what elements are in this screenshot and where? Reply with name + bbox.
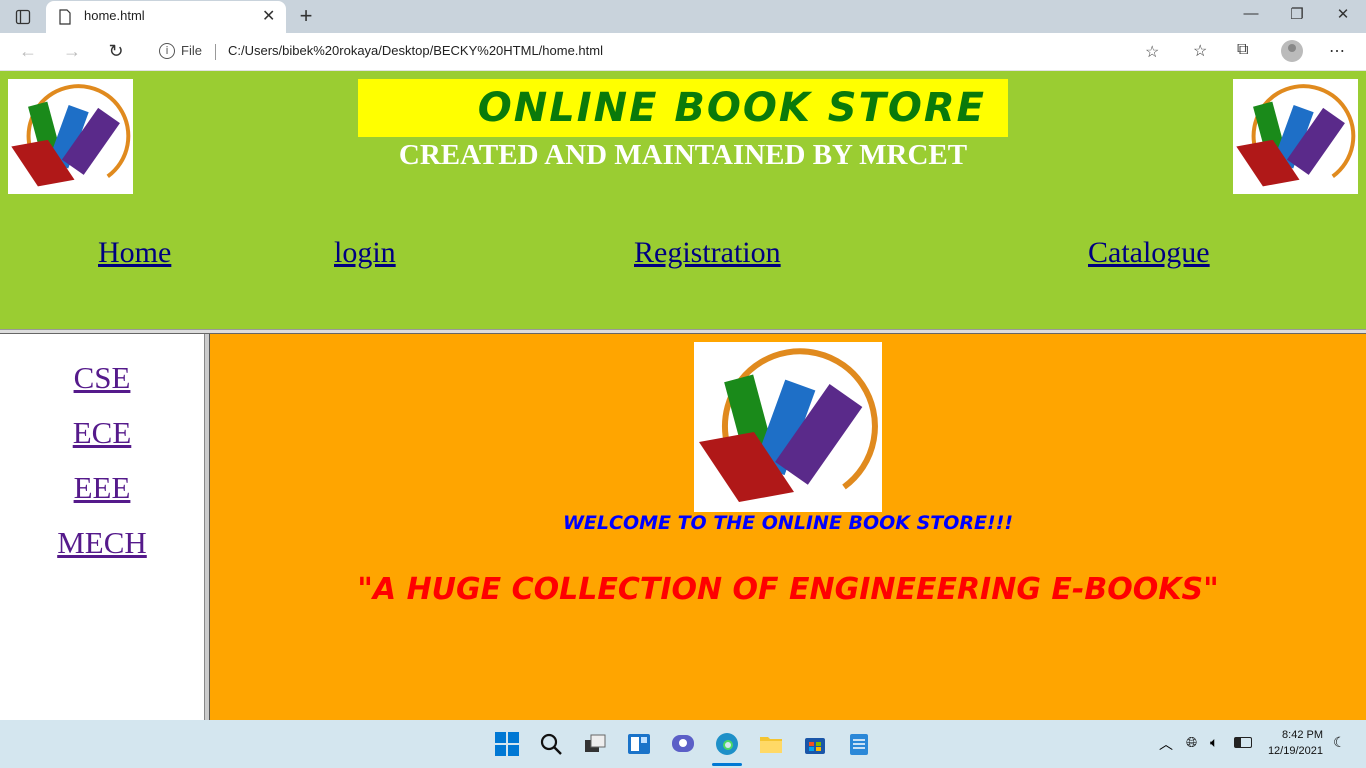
clock-time[interactable]: 8:42 PM (1258, 729, 1323, 741)
widgets-icon[interactable] (627, 732, 653, 758)
sidebar-link-eee[interactable]: EEE (0, 470, 204, 506)
network-icon[interactable]: 🌐︎ (1186, 734, 1197, 751)
browser-tab[interactable]: home.html ✕ (46, 1, 286, 33)
welcome-text: WELCOME TO THE ONLINE BOOK STORE!!! (562, 512, 1014, 534)
favorites-icon[interactable]: ☆ (1193, 41, 1207, 61)
book-logo-main (694, 342, 882, 512)
show-hidden-icons-icon[interactable]: ︿ (1159, 734, 1173, 754)
search-icon[interactable] (539, 732, 565, 758)
edge-icon[interactable] (715, 732, 741, 758)
notifications-icon[interactable]: ☾ (1333, 734, 1346, 751)
file-explorer-icon[interactable] (759, 732, 785, 758)
subtitle: CREATED AND MAINTAINED BY MRCET (398, 139, 968, 171)
sidebar-link-mech[interactable]: MECH (0, 525, 204, 561)
forward-icon[interactable]: → (60, 41, 84, 61)
back-icon[interactable]: ← (16, 41, 40, 61)
sidebar-frame: CSE ECE EEE MECH (0, 334, 204, 720)
url-text[interactable]: C:/Users/bibek%20rokaya/Desktop/BECKY%20… (228, 43, 603, 58)
header-frame: ONLINE BOOK STORE CREATED AND MAINTAINED… (0, 71, 1366, 329)
collections-icon[interactable]: ⧉ (1237, 41, 1248, 59)
web-page: ONLINE BOOK STORE CREATED AND MAINTAINED… (0, 71, 1366, 720)
main-frame: WELCOME TO THE ONLINE BOOK STORE!!! "A H… (210, 334, 1366, 720)
reload-icon[interactable]: ↻ (104, 41, 128, 61)
notepad-icon[interactable] (847, 732, 873, 758)
new-tab-icon[interactable]: + (294, 3, 318, 29)
start-icon[interactable] (495, 732, 521, 758)
minimize-icon[interactable]: — (1236, 5, 1266, 22)
taskbar: ︿ 🌐︎ 🔈︎ 8:42 PM 12/19/2021 ☾ (0, 720, 1366, 768)
more-options-icon[interactable]: ⋯ (1329, 41, 1345, 61)
restore-icon[interactable]: ❐ (1282, 5, 1312, 23)
tab-title: home.html (84, 8, 145, 23)
address-bar[interactable]: i File C:/Users/bibek%20rokaya/Desktop/B… (145, 37, 1175, 67)
tab-strip: home.html ✕ + — ❐ ✕ (0, 0, 1366, 33)
battery-icon[interactable] (1234, 737, 1252, 748)
active-app-indicator (712, 763, 742, 766)
close-window-icon[interactable]: ✕ (1328, 5, 1358, 23)
book-logo-right (1233, 79, 1358, 194)
close-tab-icon[interactable]: ✕ (262, 6, 275, 26)
profile-avatar[interactable] (1281, 40, 1303, 62)
separator (215, 44, 216, 60)
info-icon[interactable]: i (159, 43, 175, 59)
book-logo-left (8, 79, 133, 194)
scheme-label: File (181, 43, 202, 58)
sidebar-link-cse[interactable]: CSE (0, 360, 204, 396)
task-view-icon[interactable] (583, 732, 609, 758)
nav-login-link[interactable]: login (334, 236, 396, 270)
add-favorite-icon[interactable]: ☆ (1145, 42, 1159, 62)
toolbar: ← → ↻ i File C:/Users/bibek%20rokaya/Des… (0, 33, 1366, 71)
nav-registration-link[interactable]: Registration (634, 236, 781, 270)
clock-date[interactable]: 12/19/2021 (1258, 745, 1323, 757)
tab-actions-icon[interactable] (8, 6, 38, 28)
title-banner: ONLINE BOOK STORE (358, 79, 1008, 137)
chat-icon[interactable] (671, 732, 697, 758)
volume-icon[interactable]: 🔈︎ (1210, 734, 1218, 751)
nav-home-link[interactable]: Home (98, 236, 171, 270)
tagline-text: "A HUGE COLLECTION OF ENGINEEERING E-BOO… (357, 572, 1219, 607)
site-title: ONLINE BOOK STORE (477, 85, 986, 131)
nav-catalogue-link[interactable]: Catalogue (1088, 236, 1210, 270)
page-icon (58, 9, 72, 30)
sidebar-link-ece[interactable]: ECE (0, 415, 204, 451)
store-icon[interactable] (803, 732, 829, 758)
